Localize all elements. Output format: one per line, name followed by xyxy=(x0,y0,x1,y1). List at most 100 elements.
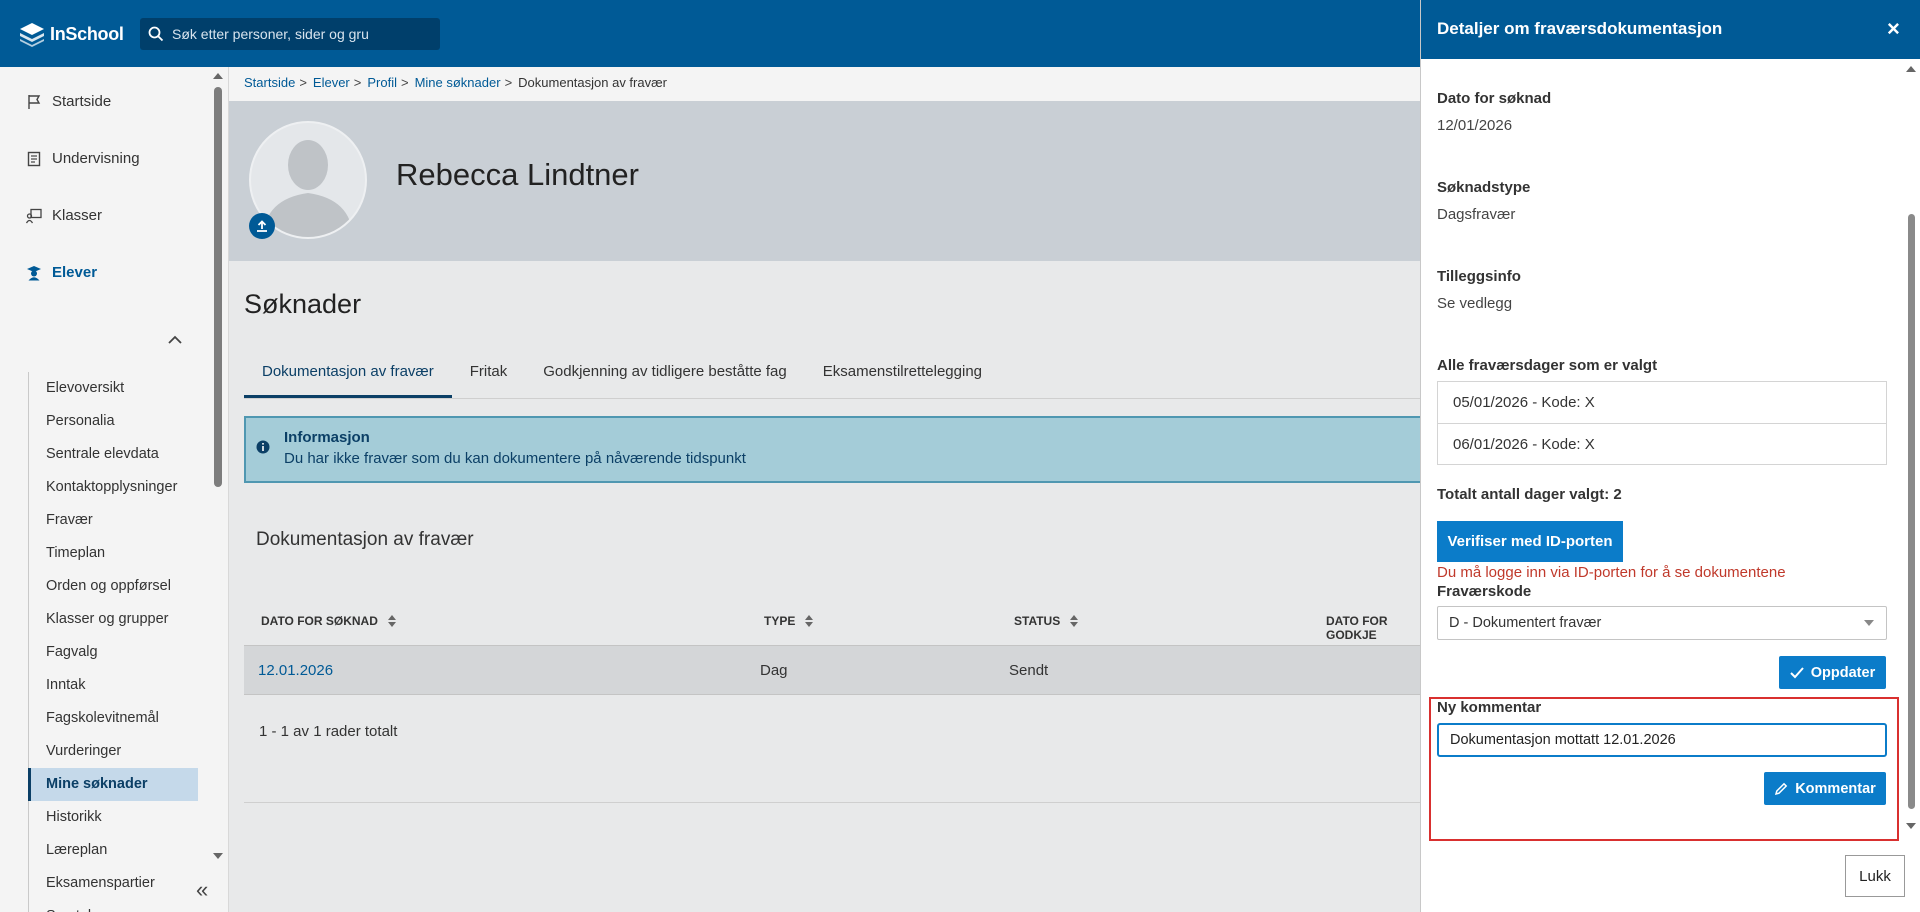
sidebar-subnav: Elevoversikt Personalia Sentrale elevdat… xyxy=(28,372,198,912)
update-button[interactable]: Oppdater xyxy=(1779,656,1886,689)
sidebar-subitem[interactable]: Sentrale elevdata xyxy=(29,438,198,471)
cell-date[interactable]: 12.01.2026 xyxy=(258,662,333,679)
sidebar-subitem[interactable]: Læreplan xyxy=(29,834,198,867)
classroom-icon xyxy=(26,208,42,223)
drawer-title: Detaljer om fraværsdokumentasjon xyxy=(1437,19,1723,38)
extra-info-value: Se vedlegg xyxy=(1437,295,1513,312)
content-panel: Søknader Dokumentasjon av fravær Fritak … xyxy=(229,261,1420,912)
upload-photo-button[interactable] xyxy=(249,213,275,239)
sidebar-subitem[interactable]: Fagvalg xyxy=(29,636,198,669)
sort-icon xyxy=(1070,615,1079,627)
scroll-up-arrow-icon[interactable] xyxy=(212,71,224,81)
search-box[interactable] xyxy=(140,18,440,50)
applications-table: Dokumentasjon av fravær DATO FOR SØKNAD … xyxy=(244,501,1420,803)
date-label: Dato for søknad xyxy=(1437,90,1552,107)
list-item: 05/01/2026 - Kode: X xyxy=(1453,394,1595,411)
comment-button[interactable]: Kommentar xyxy=(1764,772,1886,805)
sidebar-subitem[interactable]: Fravær xyxy=(29,504,198,537)
scroll-down-arrow-icon[interactable] xyxy=(1905,821,1917,831)
chevron-down-icon xyxy=(1864,620,1874,626)
info-text: Du har ikke fravær som du kan dokumenter… xyxy=(284,450,746,467)
drawer-scroll-thumb[interactable] xyxy=(1908,214,1915,809)
info-icon xyxy=(256,440,270,454)
info-banner: Informasjon Du har ikke fravær som du ka… xyxy=(244,416,1420,483)
breadcrumb-separator: > xyxy=(353,75,362,90)
pencil-icon xyxy=(1775,782,1788,795)
flag-icon xyxy=(28,94,41,109)
sidebar-item-elever[interactable]: Elever xyxy=(26,264,97,281)
comment-label: Ny kommentar xyxy=(1437,699,1542,716)
column-header-date[interactable]: DATO FOR SØKNAD xyxy=(261,614,396,628)
breadcrumb: Startside > Elever > Profil > Mine søknader… xyxy=(244,75,667,90)
sidebar-scrollbar[interactable] xyxy=(212,71,224,861)
breadcrumb-link-elever[interactable]: Elever xyxy=(313,75,350,90)
breadcrumb-current: Dokumentasjon av fravær xyxy=(518,75,667,90)
comment-input[interactable] xyxy=(1437,723,1887,757)
sidebar-subitem[interactable]: Orden og oppførsel xyxy=(29,570,198,603)
tab-fritak[interactable]: Fritak xyxy=(452,351,526,398)
sort-icon xyxy=(387,615,396,627)
drawer-scrollbar[interactable] xyxy=(1903,59,1919,839)
close-icon[interactable]: × xyxy=(1887,16,1900,42)
column-header-label: DATO FOR SØKNAD xyxy=(261,614,378,628)
sidebar-item-klasser[interactable]: Klasser xyxy=(26,207,102,224)
sidebar-subitem[interactable]: Historikk xyxy=(29,801,198,834)
breadcrumb-separator: > xyxy=(299,75,307,90)
scroll-down-arrow-icon[interactable] xyxy=(212,851,224,861)
sidebar-subitem[interactable]: Timeplan xyxy=(29,537,198,570)
extra-info-label: Tilleggsinfo xyxy=(1437,268,1521,285)
tab-godkjenning[interactable]: Godkjenning av tidligere beståtte fag xyxy=(525,351,805,398)
update-button-label: Oppdater xyxy=(1810,664,1876,681)
column-header-status[interactable]: STATUS xyxy=(1014,614,1079,628)
sidebar-scroll-thumb[interactable] xyxy=(214,87,222,487)
search-input[interactable] xyxy=(172,26,422,42)
absence-code-value: D - Dokumentert fravær xyxy=(1449,615,1602,631)
search-icon xyxy=(148,26,164,42)
sidebar-subitem[interactable]: Fagskolevitnemål xyxy=(29,702,198,735)
table-row[interactable]: 12.01.2026 Dag Sendt xyxy=(244,645,1420,695)
sidebar-subitem[interactable]: Eksamenspartier xyxy=(29,867,198,900)
sidebar-subitem[interactable]: Elevoversikt xyxy=(29,372,198,405)
chevron-up-icon[interactable] xyxy=(168,335,182,345)
profile-name: Rebecca Lindtner xyxy=(396,157,639,192)
sidebar-subitem-active[interactable]: Mine søknader xyxy=(28,768,198,801)
breadcrumb-link-startside[interactable]: Startside xyxy=(244,75,295,90)
tab-dokumentasjon[interactable]: Dokumentasjon av fravær xyxy=(244,351,452,398)
sidebar: Startside Undervisning Klasser Elever El… xyxy=(0,67,229,912)
absence-code-select[interactable]: D - Dokumentert fravær xyxy=(1437,606,1887,640)
tab-bar: Dokumentasjon av fravær Fritak Godkjenni… xyxy=(244,351,1000,398)
sidebar-item-label: Elever xyxy=(52,264,98,281)
layers-logo-icon xyxy=(20,23,44,47)
sidebar-subitem[interactable]: Inntak xyxy=(29,669,198,702)
type-value: Dagsfravær xyxy=(1437,206,1516,223)
comment-button-label: Kommentar xyxy=(1795,780,1876,797)
selected-days-list: 05/01/2026 - Kode: X 06/01/2026 - Kode: … xyxy=(1437,381,1887,465)
verify-id-porten-button[interactable]: Verifiser med ID-porten xyxy=(1437,521,1623,562)
breadcrumb-link-mine-soknader[interactable]: Mine søknader xyxy=(415,75,501,90)
collapse-sidebar-button[interactable]: « xyxy=(196,877,208,903)
total-days-label: Totalt antall dager valgt: 2 xyxy=(1437,486,1622,503)
column-header-approval-date[interactable]: DATO FOR GODKJE xyxy=(1326,614,1420,642)
sidebar-item-undervisning[interactable]: Undervisning xyxy=(26,150,140,167)
column-header-type[interactable]: TYPE xyxy=(764,614,814,628)
date-value: 12/01/2026 xyxy=(1437,117,1513,134)
cell-status: Sendt xyxy=(1009,662,1049,679)
sidebar-subitem[interactable]: Kontaktopplysninger xyxy=(29,471,198,504)
sidebar-subitem[interactable]: Samtaler xyxy=(29,900,198,912)
list-item: 06/01/2026 - Kode: X xyxy=(1438,423,1886,464)
breadcrumb-link-profil[interactable]: Profil xyxy=(367,75,397,90)
close-button[interactable]: Lukk xyxy=(1845,855,1905,897)
column-header-label: TYPE xyxy=(764,614,796,628)
tab-eksamenstilrettelegging[interactable]: Eksamenstilrettelegging xyxy=(805,351,1000,398)
sidebar-subitem[interactable]: Klasser og grupper xyxy=(29,603,198,636)
column-header-label: DATO FOR GODKJE xyxy=(1326,614,1388,642)
page-title: Søknader xyxy=(244,289,362,319)
sidebar-subitem[interactable]: Personalia xyxy=(29,405,198,438)
scroll-up-arrow-icon[interactable] xyxy=(1905,64,1917,74)
sidebar-item-startside[interactable]: Startside xyxy=(26,93,111,110)
app-logo[interactable]: InSchool xyxy=(18,20,124,48)
absence-code-label: Fraværskode xyxy=(1437,583,1532,600)
sidebar-subitem[interactable]: Vurderinger xyxy=(29,735,198,768)
table-title: Dokumentasjon av fravær xyxy=(256,529,474,550)
type-label: Søknadstype xyxy=(1437,179,1531,196)
